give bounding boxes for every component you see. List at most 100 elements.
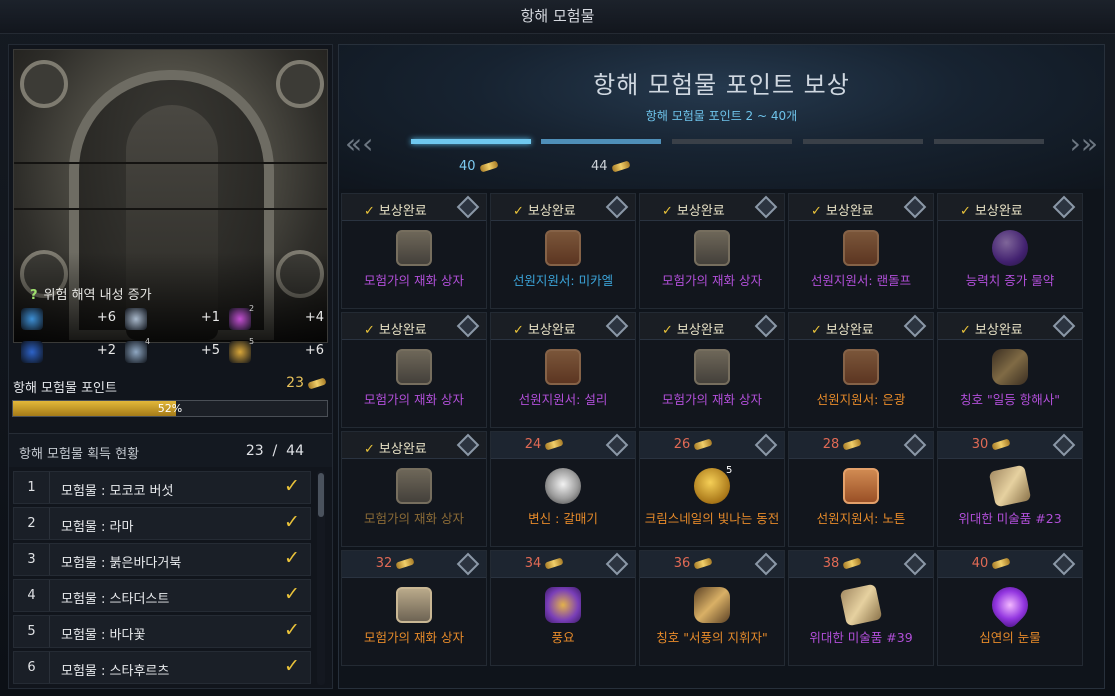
collection-row[interactable]: 5 모험물 : 바다꽃 ✓ (13, 615, 311, 648)
relic-stat-badge: 2 (249, 304, 255, 313)
reward-header: ✓ 보상완료 (640, 313, 784, 340)
reward-name: 선원지원서: 은광 (816, 392, 906, 407)
points-number: 23 (286, 375, 304, 391)
letter-icon (843, 468, 879, 504)
reward-cell[interactable]: ✓ 보상완료선원지원서: 은광 (788, 312, 934, 428)
question-icon[interactable]: ? (30, 288, 38, 303)
progress-segment (411, 139, 531, 144)
emblem-icon (605, 552, 629, 576)
reward-cell[interactable]: ✓ 보상완료 모험가의 재화 상자 (639, 312, 785, 428)
reward-header: ✓ 보상완료 (640, 194, 784, 221)
reward-header: ✓ 보상완료 (491, 194, 635, 221)
relic-stat-value: +4 (304, 310, 324, 325)
check-icon: ✓ (811, 204, 822, 219)
relic-stat[interactable]: +5 4 (125, 337, 220, 363)
ornament-icon (20, 60, 68, 108)
wind-icon (125, 308, 147, 330)
reward-header: ✓ 보상완료 (938, 194, 1082, 221)
reward-cell[interactable]: 40 심연의 눈물 (937, 550, 1083, 666)
relic-stat[interactable]: +2 (21, 341, 116, 363)
scrollbar-thumb[interactable] (318, 473, 324, 517)
next-page-button[interactable]: ›» (1070, 127, 1098, 160)
relic-stat-value: +1 (200, 310, 220, 325)
collection-row[interactable]: 6 모험물 : 스타후르츠 ✓ (13, 651, 311, 684)
relic-stat[interactable]: +6 5 (229, 337, 324, 363)
collection-row-name: 모험물 : 바다꽃 (61, 628, 146, 643)
collection-row[interactable]: 3 모험물 : 붉은바다거북 ✓ (13, 543, 311, 576)
reward-done-text: 보상완료 (676, 204, 725, 219)
reward-cell[interactable]: 32 모험가의 재화 상자 (341, 550, 487, 666)
scroll-icon (610, 160, 631, 173)
scroll-icon (991, 557, 1011, 570)
box-icon (694, 349, 730, 385)
prev-page-button[interactable]: «‹ (345, 127, 373, 160)
collection-row-number: 5 (14, 616, 50, 647)
progress-marker: 44 (591, 159, 631, 174)
collection-status-count: 23 / 44 (246, 443, 304, 459)
emblem-icon (903, 314, 927, 338)
reward-cell[interactable]: ✓ 보상완료모험가의 재화 상자 (341, 312, 487, 428)
check-icon: ✓ (662, 323, 673, 338)
reward-cell[interactable]: ✓ 보상완료 선원지원서: 랜돌프 (788, 193, 934, 309)
reward-cell[interactable]: 28 선원지원서: 노튼 (788, 431, 934, 547)
reward-name: 모험가의 재화 상자 (364, 392, 464, 407)
reward-cell[interactable]: ✓ 보상완료 선원지원서: 미카엘 (490, 193, 636, 309)
reward-header: ✓ 보상완료 (342, 313, 486, 340)
reward-cost: 24 (491, 437, 597, 452)
reward-header: 28 (789, 432, 933, 459)
collection-row-number: 1 (14, 472, 50, 503)
collection-row[interactable]: 4 모험물 : 스타더스트 ✓ (13, 579, 311, 612)
reward-cell[interactable]: ✓ 보상완료 능력치 증가 물약 (937, 193, 1083, 309)
reward-cell[interactable]: ✓ 보상완료 모험가의 재화 상자 (639, 193, 785, 309)
reward-cell[interactable]: 34 풍요 (490, 550, 636, 666)
reward-name: 변신 : 갈매기 (528, 511, 598, 526)
reward-cell[interactable]: 30 위대한 미술품 #23 (937, 431, 1083, 547)
reward-cost-value: 24 (524, 437, 542, 452)
reward-done-text: 보상완료 (378, 442, 427, 457)
reward-name: 위대한 미술품 #23 (958, 511, 1062, 526)
left-panel: ? 위험 해역 내성 증가 +6 +1 +4 2 +2 +5 4 +6 5 항해 모험물 포인트 … (8, 44, 333, 689)
collection-scrollbar[interactable] (317, 471, 325, 685)
points-progress-bar: 52% (12, 400, 328, 417)
reward-cell[interactable]: ✓ 보상완료 모험가의 재화 상자 (341, 193, 487, 309)
reward-header: ✓ 보상완료 (491, 313, 635, 340)
rewards-panel: 항해 모험물 포인트 보상 항해 모험물 포인트 2 ~ 40개 «‹ ›» 4… (338, 44, 1105, 689)
check-icon: ✓ (284, 583, 300, 605)
collection-row[interactable]: 2 모험물 : 라마 ✓ (13, 507, 311, 540)
relic-stat[interactable]: +6 (21, 308, 116, 330)
reward-done-text: 보상완료 (825, 204, 874, 219)
check-icon: ✓ (284, 619, 300, 641)
collection-row[interactable]: 1 모험물 : 모코코 버섯 ✓ (13, 471, 311, 504)
points-label: 항해 모험물 포인트 (13, 381, 117, 396)
reward-done-label: ✓ 보상완료 (960, 319, 1023, 338)
box-icon (396, 587, 432, 623)
reward-done-text: 보상완료 (378, 323, 427, 338)
check-icon: ✓ (662, 204, 673, 219)
reward-name: 모험가의 재화 상자 (364, 511, 464, 526)
scroll-icon (693, 438, 713, 451)
emblem-icon (456, 433, 480, 457)
reward-cell[interactable]: 24 변신 : 갈매기 (490, 431, 636, 547)
box-icon (396, 230, 432, 266)
reward-cell[interactable]: ✓ 보상완료 칭호 "일등 항해사" (937, 312, 1083, 428)
check-icon: ✓ (284, 547, 300, 569)
reward-done-label: ✓ 보상완료 (811, 319, 874, 338)
reward-cell[interactable]: ✓ 보상완료 선원지원서: 설리 (490, 312, 636, 428)
reward-done-text: 보상완료 (527, 204, 576, 219)
collection-status-title: 항해 모험물 획득 현황 (19, 447, 140, 462)
progress-segment (672, 139, 792, 144)
emblem-icon (903, 552, 927, 576)
reward-cell[interactable]: 26 5 크림스네일의 빛나는 동전 (639, 431, 785, 547)
tear-icon (984, 579, 1036, 631)
reward-done-text: 보상완료 (974, 323, 1023, 338)
relic-stat[interactable]: +1 (125, 308, 220, 330)
collection-row-number: 2 (14, 508, 50, 539)
reward-done-text: 보상완료 (378, 204, 427, 219)
reward-cell[interactable]: 38 위대한 미술품 #39 (788, 550, 934, 666)
tornado-icon (229, 341, 251, 363)
reward-cell[interactable]: ✓ 보상완료 모험가의 재화 상자 (341, 431, 487, 547)
art-icon (839, 583, 883, 627)
reward-cell[interactable]: 36 칭호 "서풍의 지휘자" (639, 550, 785, 666)
relic-stat[interactable]: +4 2 (229, 304, 324, 330)
reward-done-label: ✓ 보상완료 (364, 319, 427, 338)
